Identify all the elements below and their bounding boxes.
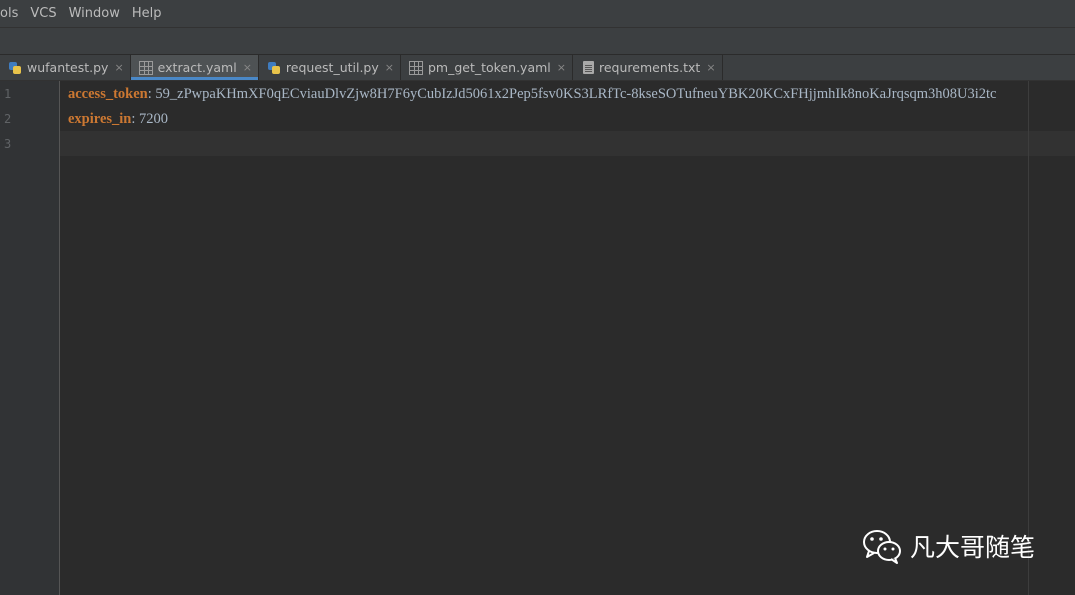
menu-help[interactable]: Help (132, 6, 162, 21)
yaml-file-icon (138, 60, 153, 75)
tab-label: pm_get_token.yaml (427, 60, 551, 75)
tab-pm-get-token-yaml[interactable]: pm_get_token.yaml × (401, 55, 573, 80)
tab-label: extract.yaml (157, 60, 237, 75)
close-icon[interactable]: × (114, 61, 123, 74)
caret-line-highlight (60, 131, 1075, 156)
menu-tools[interactable]: ols (0, 6, 18, 21)
menu-vcs[interactable]: VCS (30, 6, 56, 21)
yaml-separator: : (131, 111, 140, 127)
code-line-2[interactable]: expires_in: 7200 (68, 107, 168, 132)
watermark-text: 凡大哥随笔 (910, 533, 1036, 562)
close-icon[interactable]: × (243, 61, 252, 74)
yaml-value: 59_zPwpaKHmXF0qECviauDlvZjw8H7F6yCubIzJd… (155, 86, 997, 102)
menu-bar: ols VCS Window Help (0, 0, 1075, 28)
close-icon[interactable]: × (557, 61, 566, 74)
yaml-file-icon (408, 60, 423, 75)
tab-requrements-txt[interactable]: requrements.txt × (573, 55, 723, 80)
yaml-value: 7200 (139, 111, 169, 127)
line-number-gutter: 1 2 3 (0, 81, 60, 595)
close-icon[interactable]: × (385, 61, 394, 74)
toolbar (0, 28, 1075, 55)
watermark: 凡大哥随笔 (862, 528, 1035, 564)
yaml-key: access_token (68, 86, 148, 102)
code-line-1[interactable]: access_token: 59_zPwpaKHmXF0qECviauDlvZj… (68, 82, 996, 107)
line-number: 3 (4, 137, 12, 151)
editor-tab-bar: wufantest.py × extract.yaml × request_ut… (0, 55, 1075, 81)
tab-label: request_util.py (285, 60, 379, 75)
tab-label: wufantest.py (27, 60, 109, 75)
line-number: 1 (4, 87, 12, 101)
line-number: 2 (4, 112, 12, 126)
text-file-icon (582, 61, 594, 74)
code-editor[interactable]: access_token: 59_zPwpaKHmXF0qECviauDlvZj… (60, 81, 1075, 595)
python-file-icon (267, 61, 281, 75)
right-margin-guide (1028, 81, 1029, 595)
wechat-icon (863, 530, 901, 564)
tab-request-util-py[interactable]: request_util.py × (259, 55, 401, 80)
close-icon[interactable]: × (706, 61, 715, 74)
tab-wufantest-py[interactable]: wufantest.py × (0, 55, 131, 80)
tab-label: requrements.txt (598, 60, 701, 75)
tab-extract-yaml[interactable]: extract.yaml × (130, 55, 259, 80)
python-file-icon (8, 61, 22, 75)
yaml-key: expires_in (68, 111, 132, 127)
menu-window[interactable]: Window (69, 6, 120, 21)
